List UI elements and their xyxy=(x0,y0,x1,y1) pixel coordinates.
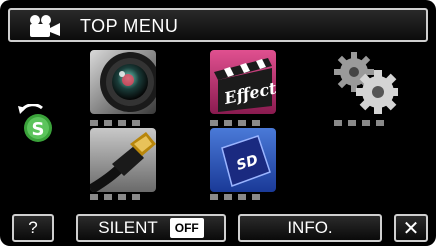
help-label: ? xyxy=(28,218,38,237)
camera-lens-icon xyxy=(90,50,156,114)
settings-gear-tile[interactable] xyxy=(332,50,398,114)
help-button[interactable]: ? xyxy=(12,214,54,242)
page-dots xyxy=(334,120,384,128)
page-dots xyxy=(90,194,140,202)
silent-state-badge: OFF xyxy=(169,218,204,238)
recycle-s-button[interactable]: S xyxy=(14,103,56,144)
recycle-s-icon: S xyxy=(18,103,52,142)
bottom-bar: ? SILENT OFF INFO. ✕ xyxy=(0,208,436,246)
effect-clapper-icon: Effect xyxy=(210,50,276,114)
hdmi-cable-tile[interactable] xyxy=(90,128,156,192)
info-label: INFO. xyxy=(287,218,333,237)
recycle-letter: S xyxy=(32,119,45,140)
page-title: TOP MENU xyxy=(80,16,179,36)
hdmi-cable-icon xyxy=(90,128,156,192)
silent-label: SILENT xyxy=(98,218,158,237)
effect-tile[interactable]: Effect xyxy=(210,50,276,114)
page-dots xyxy=(210,194,260,202)
close-icon: ✕ xyxy=(402,217,420,240)
info-button[interactable]: INFO. xyxy=(238,214,382,242)
camera-lens-tile[interactable] xyxy=(90,50,156,114)
silent-button[interactable]: SILENT OFF xyxy=(76,214,226,242)
screen: TOP MENU Effect S SD ? SILENT OFF INFO. … xyxy=(0,0,436,246)
close-button[interactable]: ✕ xyxy=(394,214,428,242)
title-bar: TOP MENU xyxy=(8,8,428,42)
video-camera-icon xyxy=(30,15,60,37)
page-dots xyxy=(210,120,260,128)
sd-card-icon: SD xyxy=(210,128,276,192)
page-dots xyxy=(90,120,140,128)
gear-icon xyxy=(332,50,398,114)
sd-card-tile[interactable]: SD xyxy=(210,128,276,192)
